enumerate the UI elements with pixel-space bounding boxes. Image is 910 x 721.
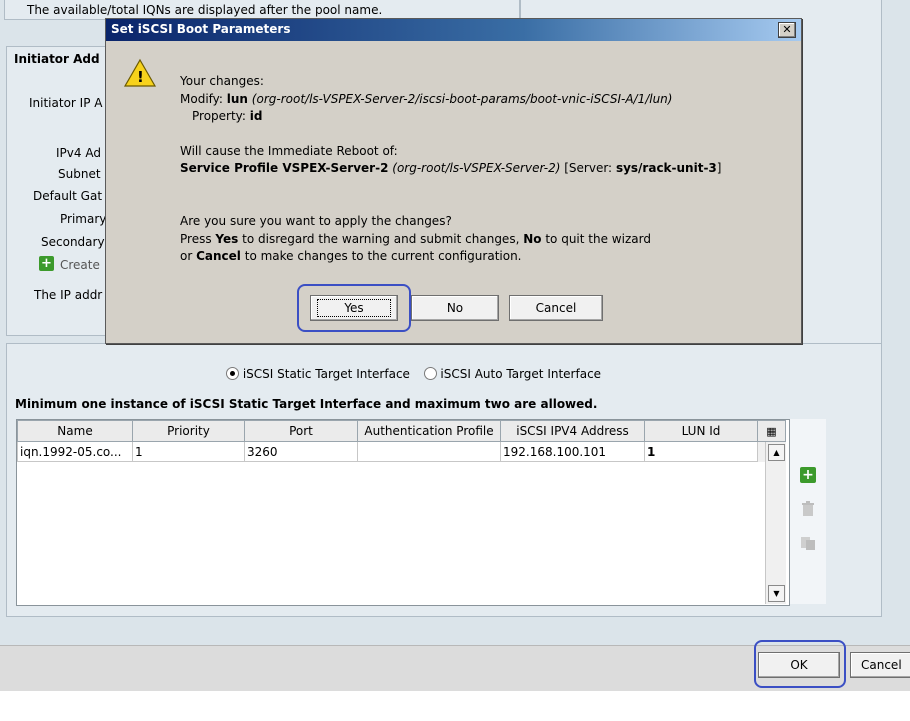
col-header-name[interactable]: Name [17, 420, 133, 442]
auto-target-radio[interactable] [423, 367, 437, 380]
set-iscsi-boot-dialog: Set iSCSI Boot Parameters ✕ ! Your chang… [105, 18, 802, 344]
cell-name[interactable]: iqn.1992-05.co... [17, 441, 133, 462]
initiator-section-title: Initiator Add [12, 52, 102, 66]
pool-note-text: The available/total IQNs are displayed a… [27, 3, 383, 17]
table-scrollbar[interactable]: ▲ ▼ [765, 442, 786, 604]
col-header-auth-profile[interactable]: Authentication Profile [357, 420, 501, 442]
reboot-target-line: Service Profile VSPEX-Server-2 (org-root… [180, 161, 722, 175]
cell-ipv4[interactable]: 192.168.100.101 [500, 441, 645, 462]
column-chooser-icon[interactable]: ▦ [757, 420, 786, 442]
target-radio-group: iSCSI Static Target Interface iSCSI Auto… [226, 367, 601, 381]
cancel-button[interactable]: Cancel [509, 295, 603, 321]
close-icon[interactable]: ✕ [778, 22, 796, 38]
col-header-lun-id[interactable]: LUN Id [644, 420, 758, 442]
instruction-line-1: Press Yes to disregard the warning and s… [180, 232, 651, 246]
confirm-question: Are you sure you want to apply the chang… [180, 214, 452, 228]
property-line: Property: id [192, 109, 263, 123]
your-changes-label: Your changes: [180, 74, 264, 88]
subnet-label: Subnet [58, 167, 101, 181]
ipv4-address-label: IPv4 Ad [56, 146, 101, 160]
table-row[interactable]: iqn.1992-05.co... 1 3260 192.168.100.101… [17, 441, 786, 462]
no-button[interactable]: No [411, 295, 499, 321]
cell-priority[interactable]: 1 [132, 441, 245, 462]
default-gateway-label: Default Gat [33, 189, 103, 203]
cell-lun-id[interactable]: 1 [644, 441, 758, 462]
instruction-line-2: or Cancel to make changes to the current… [180, 249, 522, 263]
ok-button-highlight [754, 640, 846, 688]
pool-note-panel: The available/total IQNs are displayed a… [4, 0, 520, 20]
cell-auth-profile[interactable] [357, 441, 501, 462]
scroll-up-icon[interactable]: ▲ [768, 444, 785, 461]
footer-cancel-button[interactable]: Cancel [850, 652, 910, 678]
col-header-port[interactable]: Port [244, 420, 358, 442]
target-instance-note: Minimum one instance of iSCSI Static Tar… [15, 397, 598, 411]
scroll-down-icon[interactable]: ▼ [768, 585, 785, 602]
target-table: Name Priority Port Authentication Profil… [16, 419, 790, 606]
col-header-priority[interactable]: Priority [132, 420, 245, 442]
delete-row-icon[interactable] [800, 501, 816, 517]
primary-dns-label: Primary [60, 212, 107, 226]
ip-note-text: The IP addr [34, 288, 103, 302]
add-icon[interactable]: + [39, 256, 54, 271]
auto-target-label[interactable]: iSCSI Auto Target Interface [440, 367, 601, 381]
table-action-bar: + [790, 419, 826, 604]
cell-port[interactable]: 3260 [244, 441, 358, 462]
static-target-label[interactable]: iSCSI Static Target Interface [243, 367, 410, 381]
modify-line: Modify: lun (org-root/ls-VSPEX-Server-2/… [180, 92, 673, 106]
dialog-title: Set iSCSI Boot Parameters [111, 22, 291, 36]
create-ip-pool-link[interactable]: Create [60, 258, 100, 272]
add-row-icon[interactable]: + [800, 467, 816, 483]
static-target-radio[interactable] [226, 367, 239, 380]
properties-icon[interactable] [800, 535, 816, 551]
col-header-ipv4[interactable]: iSCSI IPV4 Address [500, 420, 645, 442]
warning-icon: ! [123, 58, 157, 88]
initiator-ip-label: Initiator IP A [29, 96, 103, 110]
secondary-dns-label: Secondary [41, 235, 105, 249]
yes-button-highlight [297, 284, 411, 332]
reboot-intro: Will cause the Immediate Reboot of: [180, 144, 398, 158]
dialog-title-bar[interactable]: Set iSCSI Boot Parameters ✕ [106, 19, 801, 41]
